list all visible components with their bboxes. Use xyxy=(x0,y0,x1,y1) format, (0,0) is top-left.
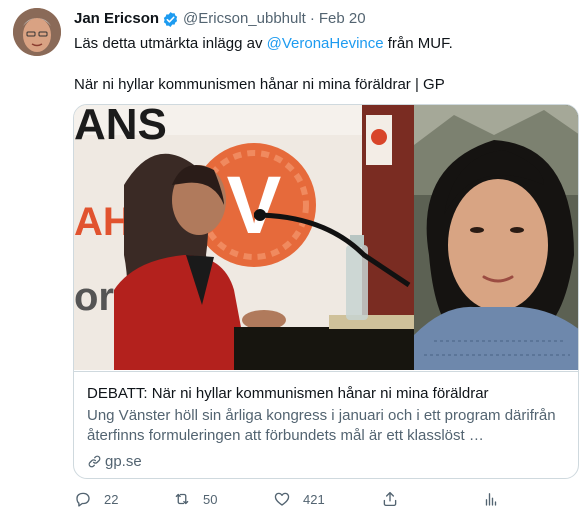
analytics-icon xyxy=(485,493,497,506)
svg-text:or: or xyxy=(74,275,114,319)
author-handle[interactable]: @Ericson_ubbhult xyxy=(183,10,306,28)
reply-count: 22 xyxy=(104,491,119,507)
card-media[interactable]: ANS AHE or V xyxy=(74,105,578,370)
card-domain-text: gp.se xyxy=(105,453,142,470)
reply-button[interactable]: 22 xyxy=(74,490,118,508)
tweet[interactable]: Jan Ericson @Ericson_ubbhult · Feb 20 Lä… xyxy=(0,0,586,523)
card-description: Ung Vänster höll sin årliga kongress i j… xyxy=(87,407,556,444)
tweet-text-line: Läs detta utmärkta inlägg av @VeronaHevi… xyxy=(74,34,453,53)
retweet-icon xyxy=(175,493,189,505)
like-count: 421 xyxy=(303,491,325,507)
like-button[interactable]: 421 xyxy=(273,490,325,508)
card-image-portrait xyxy=(414,105,578,370)
tweet-actions: 22 50 421 xyxy=(74,490,514,512)
retweet-count: 50 xyxy=(203,491,218,507)
heart-icon xyxy=(274,492,290,506)
link-icon xyxy=(88,455,101,468)
mention-link[interactable]: @VeronaHevince xyxy=(267,35,384,52)
share-icon xyxy=(383,491,397,507)
reply-icon xyxy=(76,492,90,507)
tweet-text-prefix: Läs detta utmärkta inlägg av xyxy=(74,35,267,52)
verified-badge-icon xyxy=(162,11,179,28)
analytics-button[interactable] xyxy=(482,490,500,508)
card-domain[interactable]: gp.se xyxy=(87,452,142,471)
author-name[interactable]: Jan Ericson xyxy=(74,10,159,28)
tweet-text-suffix: från MUF. xyxy=(383,35,453,52)
retweet-button[interactable]: 50 xyxy=(173,490,217,508)
tweet-linked-title: När ni hyllar kommunismen hånar ni mina … xyxy=(74,76,445,93)
tweet-header: Jan Ericson @Ericson_ubbhult · Feb 20 xyxy=(74,10,366,28)
avatar[interactable] xyxy=(13,8,61,56)
card-image-speaker: ANS AHE or V xyxy=(74,105,414,370)
tweet-date[interactable]: Feb 20 xyxy=(319,10,366,28)
card-title[interactable]: DEBATT: När ni hyllar kommunismen hånar … xyxy=(87,384,489,403)
v-logo-letter: V xyxy=(227,160,282,251)
share-button[interactable] xyxy=(381,490,399,508)
link-card[interactable]: ANS AHE or V DEBATT: När ni hyllar kommu… xyxy=(73,104,579,479)
banner-text: ANS xyxy=(74,105,167,149)
card-body[interactable]: DEBATT: När ni hyllar kommunismen hånar … xyxy=(74,371,578,478)
separator-dot: · xyxy=(309,10,315,27)
